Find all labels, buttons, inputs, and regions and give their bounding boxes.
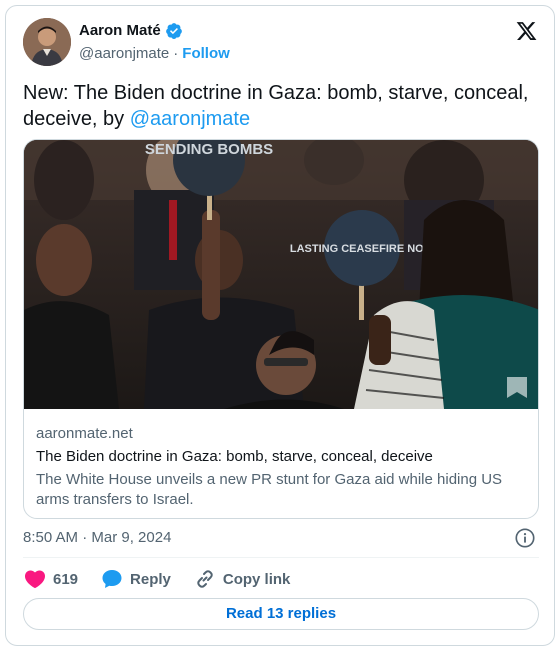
heart-icon: [24, 570, 46, 589]
read-replies-button[interactable]: Read 13 replies: [23, 598, 539, 630]
sign-ceasefire: LASTING CEASEFIRE NOW: [290, 243, 435, 255]
tweet-text: New: The Biden doctrine in Gaza: bomb, s…: [23, 80, 538, 132]
avatar[interactable]: [23, 18, 71, 66]
tweet-card: Aaron Maté @aaronjmate · Follow New: The…: [5, 5, 555, 646]
mention-link[interactable]: @aaronjmate: [130, 108, 250, 130]
author-handle[interactable]: @aaronjmate: [79, 44, 169, 64]
action-bar: 619 Reply Copy link: [23, 566, 312, 592]
link-preview-card[interactable]: SENDING BOMBS LASTING CEASEFIRE NOW aaro…: [23, 139, 539, 519]
link-domain: aaronmate.net: [36, 425, 133, 442]
copy-link-button[interactable]: Copy link: [193, 567, 291, 591]
verified-badge-icon: [165, 23, 182, 40]
tweet-body: New: The Biden doctrine in Gaza: bomb, s…: [23, 82, 529, 130]
speech-bubble-icon: [102, 570, 122, 588]
reply-label: Reply: [130, 570, 171, 588]
tweet-timestamp[interactable]: 8:50 AM · Mar 9, 2024: [23, 528, 171, 548]
author-name[interactable]: Aaron Maté: [79, 22, 161, 40]
link-description: The White House unveils a new PR stunt f…: [36, 471, 503, 508]
link-icon: [197, 570, 213, 588]
like-count: 619: [53, 570, 79, 588]
like-button[interactable]: 619: [23, 567, 78, 591]
handle-row: @aaronjmate · Follow: [79, 44, 230, 64]
link-meta: aaronmate.net The Biden doctrine in Gaza…: [36, 424, 531, 510]
info-icon[interactable]: [514, 527, 536, 549]
author-name-row[interactable]: Aaron Maté: [79, 22, 183, 40]
link-title: The Biden doctrine in Gaza: bomb, starve…: [36, 448, 433, 465]
x-logo-icon[interactable]: [515, 20, 538, 42]
reply-button[interactable]: Reply: [100, 567, 171, 591]
divider: [23, 557, 539, 558]
link-preview-image: SENDING BOMBS LASTING CEASEFIRE NOW: [24, 140, 538, 409]
separator: ·: [173, 45, 179, 62]
copy-link-label: Copy link: [222, 570, 291, 588]
follow-button[interactable]: Follow: [182, 44, 230, 64]
sign-sending: SENDING BOMBS: [145, 141, 273, 158]
